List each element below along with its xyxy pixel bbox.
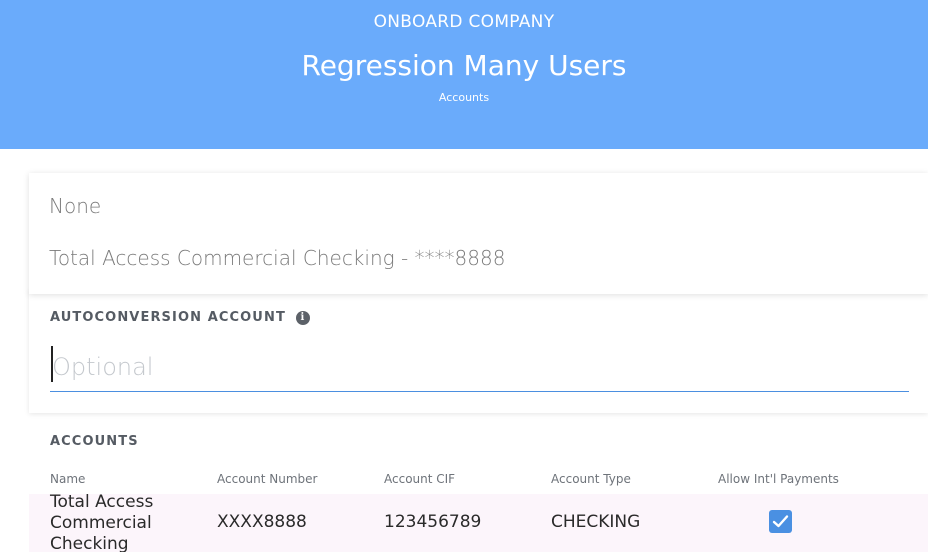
table-row: Total Access Commercial Checking XXXX888… (29, 492, 928, 552)
cell-account-number: XXXX8888 (217, 512, 307, 532)
column-header-account-number: Account Number (217, 472, 318, 486)
cell-account-cif: 123456789 (384, 512, 482, 532)
column-header-name: Name (50, 472, 86, 486)
autoconversion-account-input[interactable] (50, 342, 909, 392)
column-header-allow-intl-payments: Allow Int'l Payments (718, 472, 839, 486)
column-header-account-cif: Account CIF (384, 472, 456, 486)
page-title: Regression Many Users (301, 49, 627, 82)
header-kicker: ONBOARD COMPANY (373, 12, 555, 32)
cell-account-name: Total Access Commercial Checking (50, 492, 154, 552)
page-subtitle: Accounts (438, 91, 490, 104)
info-icon[interactable]: i (295, 310, 310, 325)
autoconversion-label: AUTOCONVERSION ACCOUNT i (50, 310, 310, 325)
column-header-account-type: Account Type (551, 472, 631, 486)
dropdown-option-checking[interactable]: Total Access Commercial Checking - ****8… (49, 246, 505, 270)
allow-intl-payments-checkbox[interactable] (769, 510, 792, 533)
autoconversion-card: AUTOCONVERSION ACCOUNT i (29, 290, 928, 413)
checkmark-icon (772, 515, 789, 528)
cell-account-type: CHECKING (551, 512, 641, 532)
text-caret (51, 346, 53, 382)
autoconversion-label-text: AUTOCONVERSION ACCOUNT (50, 310, 286, 325)
dropdown-option-none[interactable]: None (49, 194, 101, 218)
page-header: ONBOARD COMPANY Regression Many Users Ac… (0, 0, 928, 149)
accounts-section-title: ACCOUNTS (50, 434, 139, 449)
account-dropdown-menu: None Total Access Commercial Checking - … (29, 173, 928, 294)
